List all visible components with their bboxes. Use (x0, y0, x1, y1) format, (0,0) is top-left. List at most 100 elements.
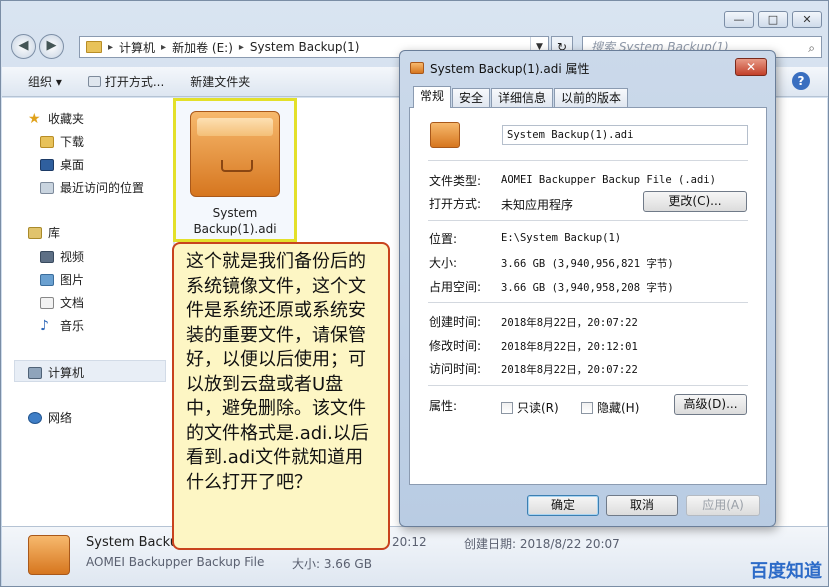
change-button[interactable]: 更改(C)... (643, 191, 747, 212)
type-label: 文件类型: (429, 174, 482, 188)
cancel-button[interactable]: 取消 (606, 495, 678, 516)
back-button[interactable]: ◀ (11, 34, 36, 59)
breadcrumb-computer[interactable]: 计算机 (119, 39, 155, 56)
sidebar-label: 计算机 (48, 366, 85, 380)
tab-strip: 常规 安全 详细信息 以前的版本 (413, 86, 629, 108)
file-item-selected[interactable]: System Backup(1).adi (173, 98, 297, 242)
chevron-right-icon: ▸ (108, 41, 114, 53)
size-on-disk-value: 3.66 GB (3,940,958,208 字节) (501, 282, 674, 294)
sidebar-item-favorites[interactable]: ★ 收藏夹 (28, 110, 84, 127)
checkbox-box (501, 401, 513, 414)
attributes-label: 属性: (429, 399, 458, 413)
sidebar-label: 库 (48, 226, 61, 240)
sidebar-item-desktop[interactable]: 桌面 (40, 156, 84, 173)
general-tab-panel: System Backup(1).adi 文件类型: AOMEI Backupp… (409, 107, 767, 485)
opens-with-value: 未知应用程序 (501, 198, 574, 212)
readonly-checkbox[interactable]: 只读(R) (501, 399, 559, 416)
downloads-icon (40, 135, 54, 148)
tab-general[interactable]: 常规 (413, 86, 452, 108)
details-modified: 20:12 (392, 535, 427, 549)
sidebar-label: 桌面 (60, 158, 85, 172)
annotation-note: 这个就是我们备份后的系统镜像文件，这个文件是系统还原或系统安装的重要文件，请保管… (172, 242, 390, 550)
chevron-right-icon: ▸ (238, 41, 244, 53)
sidebar-label: 收藏夹 (48, 112, 85, 126)
watermark: 百度知道 (750, 561, 822, 582)
location-label: 位置: (429, 232, 458, 246)
search-icon: ⌕ (808, 41, 815, 55)
organize-button[interactable]: 组织 ▾ (28, 73, 62, 90)
filename-field[interactable]: System Backup(1).adi (502, 125, 748, 145)
sidebar-label: 视频 (60, 250, 85, 264)
hidden-label: 隐藏(H) (597, 401, 640, 415)
music-icon: ♪ (40, 317, 49, 334)
open-with-button[interactable]: 打开方式... (87, 73, 165, 90)
document-icon (40, 296, 54, 309)
new-folder-label: 新建文件夹 (190, 75, 251, 89)
minimize-button[interactable]: — (724, 11, 754, 28)
file-name: System Backup(1).adi (193, 206, 277, 236)
modified-value: 2018年8月22日，20:12:01 (501, 341, 638, 353)
network-icon (28, 411, 42, 424)
chevron-right-icon: ▸ (161, 41, 167, 53)
file-cabinet-icon (28, 535, 70, 575)
sidebar-label: 音乐 (60, 319, 85, 333)
navigation-pane: ★ 收藏夹 下载 桌面 最近访问的位置 库 视频 图片 文档 ♪ 音乐 计算机 … (2, 98, 174, 526)
sidebar-item-computer[interactable]: 计算机 (28, 364, 84, 381)
caption-buttons: — □ ✕ (724, 11, 822, 28)
apply-button[interactable]: 应用(A) (686, 495, 760, 516)
dialog-title: System Backup(1).adi 属性 (430, 62, 590, 76)
checkbox-box (581, 401, 593, 414)
sidebar-item-downloads[interactable]: 下载 (40, 133, 84, 150)
sidebar-item-recent[interactable]: 最近访问的位置 (40, 179, 144, 196)
details-pane: System Backup AOMEI Backupper Backup Fil… (2, 526, 828, 586)
sidebar-label: 图片 (60, 273, 85, 287)
forward-button[interactable]: ▶ (39, 34, 64, 59)
sidebar-label: 下载 (60, 135, 85, 149)
help-icon[interactable]: ? (792, 72, 810, 90)
properties-dialog: System Backup(1).adi 属性 ✕ 常规 安全 详细信息 以前的… (399, 50, 776, 527)
divider (428, 220, 748, 221)
advanced-button[interactable]: 高级(D)... (674, 394, 747, 415)
tab-previous-versions[interactable]: 以前的版本 (554, 88, 629, 108)
desktop-icon (40, 158, 54, 171)
divider (428, 302, 748, 303)
tab-security[interactable]: 安全 (452, 88, 491, 108)
ok-button[interactable]: 确定 (527, 495, 599, 516)
new-folder-button[interactable]: 新建文件夹 (190, 73, 250, 90)
size-on-disk-label: 占用空间: (429, 280, 482, 294)
accessed-label: 访问时间: (429, 362, 482, 376)
star-icon: ★ (28, 110, 41, 127)
created-value: 2018年8月22日，20:07:22 (501, 317, 638, 329)
tab-details[interactable]: 详细信息 (491, 88, 554, 108)
location-value: E:\System Backup(1) (501, 232, 622, 244)
open-with-icon (87, 76, 101, 87)
sidebar-item-videos[interactable]: 视频 (40, 248, 84, 265)
file-cabinet-icon (190, 111, 280, 197)
size-label: 大小: (429, 256, 458, 270)
size-value: 3.66 GB (3,940,956,821 字节) (501, 258, 674, 270)
divider (428, 160, 748, 161)
modified-label: 修改时间: (429, 339, 482, 353)
opens-with-label: 打开方式: (429, 197, 482, 211)
breadcrumb-drive[interactable]: 新加卷 (E:) (172, 39, 233, 56)
maximize-button[interactable]: □ (758, 11, 788, 28)
sidebar-item-pictures[interactable]: 图片 (40, 271, 84, 288)
details-file-type: AOMEI Backupper Backup File (86, 555, 265, 569)
sidebar-item-network[interactable]: 网络 (28, 409, 72, 426)
breadcrumb-folder[interactable]: System Backup(1) (250, 40, 360, 54)
sidebar-item-documents[interactable]: 文档 (40, 294, 84, 311)
file-cabinet-icon (410, 62, 424, 74)
file-cabinet-icon (430, 122, 460, 148)
hidden-checkbox[interactable]: 隐藏(H) (581, 399, 639, 416)
created-label: 创建时间: (429, 315, 482, 329)
sidebar-item-libraries[interactable]: 库 (28, 224, 60, 241)
recent-places-icon (40, 181, 54, 194)
computer-icon (28, 366, 42, 379)
folder-icon (86, 41, 102, 53)
sidebar-item-music[interactable]: ♪ 音乐 (40, 317, 84, 334)
readonly-label: 只读(R) (517, 401, 559, 415)
close-button[interactable]: ✕ (792, 11, 822, 28)
open-with-label: 打开方式... (104, 75, 165, 89)
sidebar-label: 网络 (48, 411, 73, 425)
dialog-close-button[interactable]: ✕ (735, 58, 767, 76)
